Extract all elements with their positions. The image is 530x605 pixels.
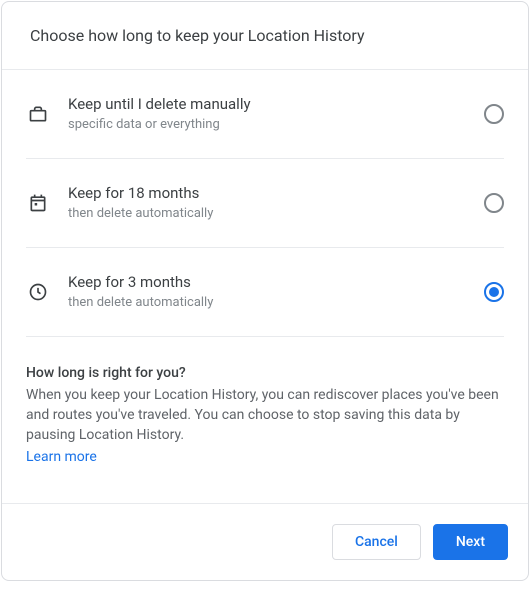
option-text: Keep for 18 months then delete automatic…	[50, 183, 484, 223]
option-subtitle: then delete automatically	[68, 294, 484, 312]
option-title: Keep for 3 months	[68, 272, 484, 292]
option-keep-18-months[interactable]: Keep for 18 months then delete automatic…	[26, 159, 504, 248]
info-title: How long is right for you?	[26, 365, 504, 381]
header-title: Choose how long to keep your Location Hi…	[30, 26, 504, 45]
info-section: How long is right for you? When you keep…	[2, 337, 528, 489]
cancel-button[interactable]: Cancel	[332, 524, 421, 560]
option-title: Keep until I delete manually	[68, 94, 484, 114]
radio-button[interactable]	[484, 282, 504, 302]
learn-more-link[interactable]: Learn more	[26, 449, 97, 465]
option-keep-3-months[interactable]: Keep for 3 months then delete automatica…	[26, 248, 504, 337]
clock-icon	[26, 280, 50, 304]
option-subtitle: then delete automatically	[68, 205, 484, 223]
option-keep-manual[interactable]: Keep until I delete manually specific da…	[26, 70, 504, 159]
calendar-icon	[26, 191, 50, 215]
card-header: Choose how long to keep your Location Hi…	[2, 2, 528, 70]
radio-button[interactable]	[484, 193, 504, 213]
option-title: Keep for 18 months	[68, 183, 484, 203]
next-button[interactable]: Next	[433, 524, 508, 560]
info-body: When you keep your Location History, you…	[26, 385, 504, 445]
briefcase-icon	[26, 102, 50, 126]
options-list: Keep until I delete manually specific da…	[2, 70, 528, 337]
option-text: Keep for 3 months then delete automatica…	[50, 272, 484, 312]
footer: Cancel Next	[2, 503, 528, 580]
option-subtitle: specific data or everything	[68, 116, 484, 134]
radio-button[interactable]	[484, 104, 504, 124]
option-text: Keep until I delete manually specific da…	[50, 94, 484, 134]
settings-card: Choose how long to keep your Location Hi…	[1, 1, 529, 581]
